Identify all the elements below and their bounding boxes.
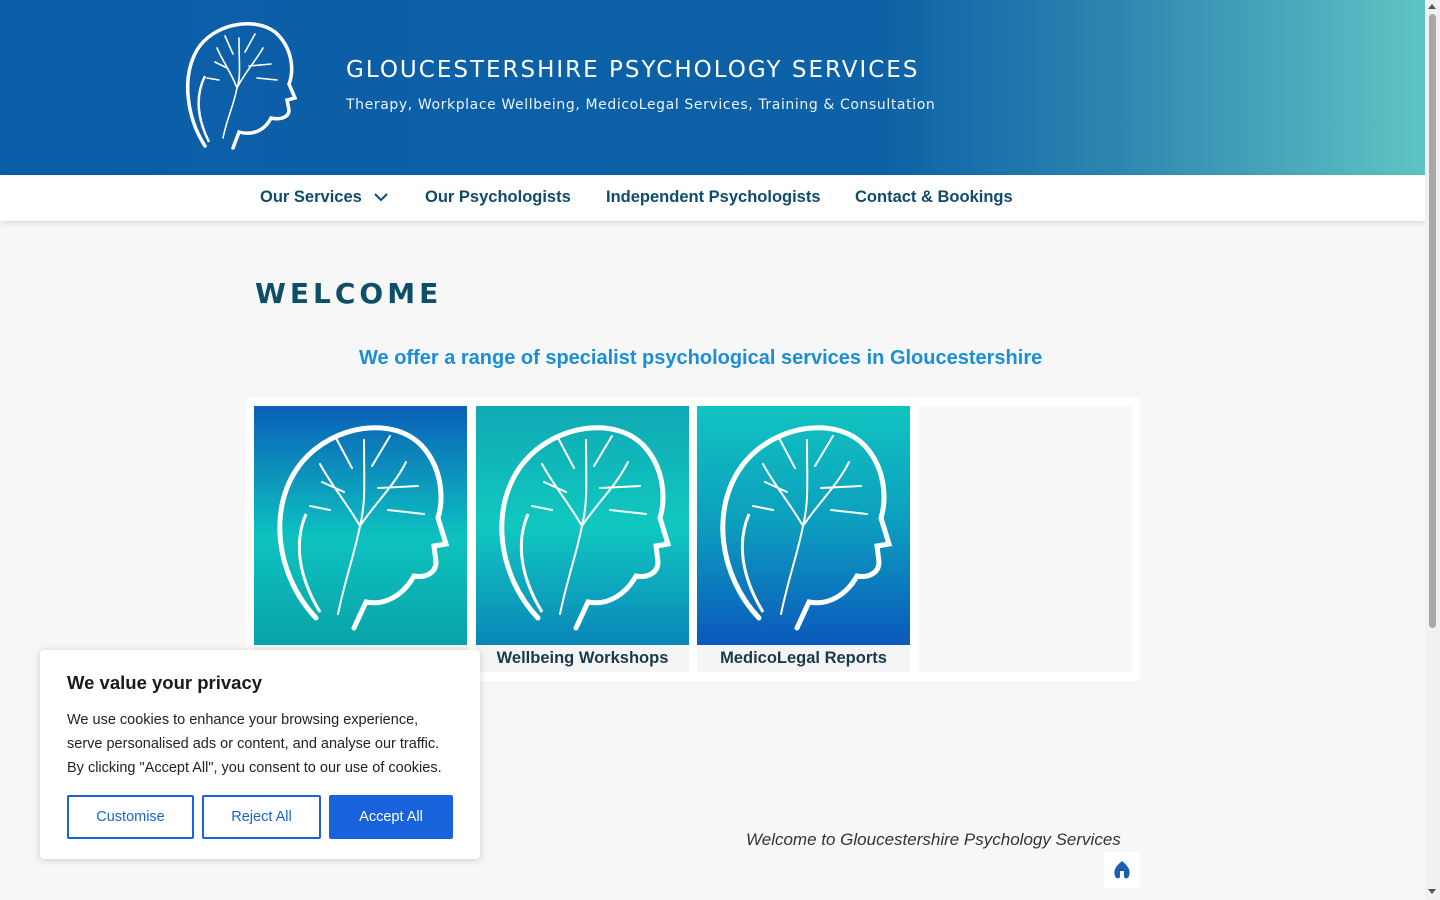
- cookie-title: We value your privacy: [67, 672, 263, 693]
- services-gallery: Wellbeing Workshops MedicoLegal Reports: [246, 398, 1140, 681]
- nav-item-label: Our Services: [260, 188, 362, 206]
- cookie-consent-banner: We value your privacy We use cookies to …: [40, 650, 480, 859]
- intro-text: Welcome to Gloucestershire Psychology Se…: [746, 830, 1121, 849]
- head-tree-brain-icon: [476, 406, 689, 645]
- cookie-text: We use cookies to enhance your browsing …: [67, 712, 442, 776]
- chevron-down-icon[interactable]: [374, 188, 389, 207]
- nav-item-our-psychologists[interactable]: Our Psychologists: [425, 188, 571, 207]
- services-subheading: We offer a range of specialist psycholog…: [359, 347, 1043, 369]
- scroll-up-arrow-icon[interactable]: [1428, 4, 1436, 9]
- arrow-up-icon: [1114, 861, 1130, 879]
- site-title[interactable]: GLOUCESTERSHIRE PSYCHOLOGY SERVICES: [346, 57, 919, 83]
- reject-all-button[interactable]: Reject All: [202, 795, 321, 839]
- nav-item-contact-bookings[interactable]: Contact & Bookings: [855, 188, 1013, 207]
- service-card[interactable]: Wellbeing Workshops: [476, 406, 689, 672]
- service-card[interactable]: MedicoLegal Reports: [697, 406, 910, 672]
- head-tree-brain-icon: [697, 406, 910, 645]
- scroll-thumb[interactable]: [1429, 14, 1436, 628]
- site-header: GLOUCESTERSHIRE PSYCHOLOGY SERVICES Ther…: [0, 0, 1425, 175]
- service-image[interactable]: [476, 406, 689, 645]
- customise-button[interactable]: Customise: [67, 795, 194, 839]
- page-title: WELCOME: [255, 277, 443, 310]
- service-image[interactable]: [254, 406, 467, 645]
- service-caption[interactable]: MedicoLegal Reports: [697, 649, 910, 668]
- head-tree-brain-logo[interactable]: [183, 18, 297, 150]
- accept-all-button[interactable]: Accept All: [329, 795, 453, 839]
- service-image[interactable]: [697, 406, 910, 645]
- head-tree-brain-icon: [254, 406, 467, 645]
- nav-item-our-services[interactable]: Our Services: [260, 188, 389, 207]
- site-tagline: Therapy, Workplace Wellbeing, MedicoLega…: [346, 97, 936, 113]
- service-caption[interactable]: Wellbeing Workshops: [476, 649, 689, 668]
- main-navigation: Our Services Our Psychologists Independe…: [0, 175, 1425, 221]
- service-card[interactable]: [254, 406, 467, 672]
- back-to-top-button[interactable]: [1104, 852, 1140, 888]
- scroll-down-arrow-icon[interactable]: [1428, 889, 1436, 894]
- nav-item-independent-psychologists[interactable]: Independent Psychologists: [606, 188, 821, 207]
- page-scrollbar[interactable]: [1425, 0, 1440, 900]
- service-card-empty: [919, 406, 1132, 672]
